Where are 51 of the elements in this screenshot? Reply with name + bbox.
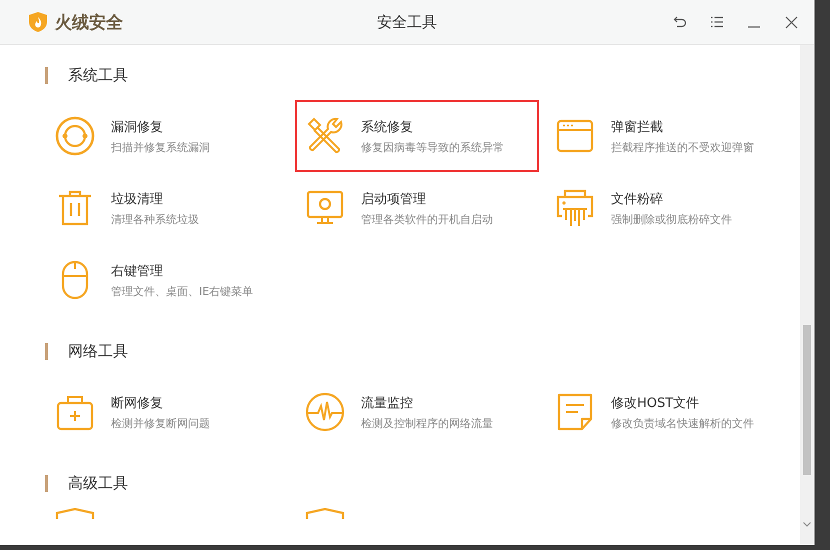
menu-icon bbox=[710, 16, 724, 28]
tool-description: 管理文件、桌面、IE右键菜单 bbox=[111, 284, 254, 298]
pulse-circle-icon bbox=[305, 392, 345, 432]
tool-item[interactable]: 文件粉碎 强制删除或彻底粉碎文件 bbox=[545, 172, 789, 244]
tool-description: 检测及控制程序的网络流量 bbox=[361, 416, 493, 430]
tool-description: 检测并修复断网问题 bbox=[111, 416, 210, 430]
tool-description: 拦截程序推送的不受欢迎弹窗 bbox=[611, 140, 754, 154]
tool-name: 右键管理 bbox=[111, 262, 164, 280]
undo-arrow-icon bbox=[673, 15, 687, 29]
tool-item[interactable]: 系统修复 修复因病毒等导致的系统异常 bbox=[295, 100, 539, 172]
tool-name: 垃圾清理 bbox=[111, 190, 164, 208]
circle-arrows-icon bbox=[55, 116, 95, 156]
tool-item[interactable]: 漏洞修复 扫描并修复系统漏洞 bbox=[45, 100, 289, 172]
scrollbar-thumb[interactable] bbox=[803, 325, 811, 475]
tool-description: 管理各类软件的开机自启动 bbox=[361, 212, 493, 226]
tool-name: 弹窗拦截 bbox=[611, 118, 664, 136]
section-marker bbox=[45, 66, 48, 84]
section-title: 系统工具 bbox=[68, 66, 128, 84]
section-marker bbox=[45, 474, 48, 492]
tool-name: 系统修复 bbox=[361, 118, 414, 136]
section-title: 高级工具 bbox=[68, 474, 128, 492]
close-icon bbox=[784, 16, 798, 28]
tool-name: 文件粉碎 bbox=[611, 190, 664, 208]
tool-item[interactable]: 修改HOST文件 修改负责域名快速解析的文件 bbox=[545, 376, 789, 448]
section-marker bbox=[45, 342, 48, 360]
minimize-icon bbox=[747, 26, 761, 28]
shredder-icon bbox=[555, 188, 595, 228]
wrench-screwdriver-icon bbox=[305, 116, 345, 156]
tool-item[interactable]: 启动项管理 管理各类软件的开机自启动 bbox=[295, 172, 539, 244]
brand-name: 火绒安全 bbox=[55, 12, 123, 34]
tool-name: 漏洞修复 bbox=[111, 118, 164, 136]
tool-item[interactable]: 断网修复 检测并修复断网问题 bbox=[45, 376, 289, 448]
window-title: 安全工具 bbox=[376, 12, 438, 32]
tool-name: 流量监控 bbox=[361, 394, 414, 412]
section-title: 网络工具 bbox=[68, 342, 128, 360]
tool-description: 修改负责域名快速解析的文件 bbox=[611, 416, 754, 430]
tool-description: 强制删除或彻底粉碎文件 bbox=[611, 212, 732, 226]
flame-shield-icon bbox=[28, 11, 48, 33]
tool-name: 修改HOST文件 bbox=[611, 394, 700, 412]
tool-description: 修复因病毒等导致的系统异常 bbox=[361, 140, 504, 154]
tool-name: 断网修复 bbox=[111, 394, 164, 412]
note-icon bbox=[555, 392, 595, 432]
tool-description: 扫描并修复系统漏洞 bbox=[111, 140, 210, 154]
tool-item[interactable]: 垃圾清理 清理各种系统垃圾 bbox=[45, 172, 289, 244]
chevron-down-icon[interactable] bbox=[803, 522, 811, 527]
tool-description: 清理各种系统垃圾 bbox=[111, 212, 199, 226]
scrollbar[interactable] bbox=[800, 45, 814, 545]
tool-item[interactable]: 流量监控 检测及控制程序的网络流量 bbox=[295, 376, 539, 448]
tool-name: 启动项管理 bbox=[361, 190, 427, 208]
tool-item[interactable]: 弹窗拦截 拦截程序推送的不受欢迎弹窗 bbox=[545, 100, 789, 172]
tool-item[interactable]: 右键管理 管理文件、桌面、IE右键菜单 bbox=[45, 244, 289, 316]
